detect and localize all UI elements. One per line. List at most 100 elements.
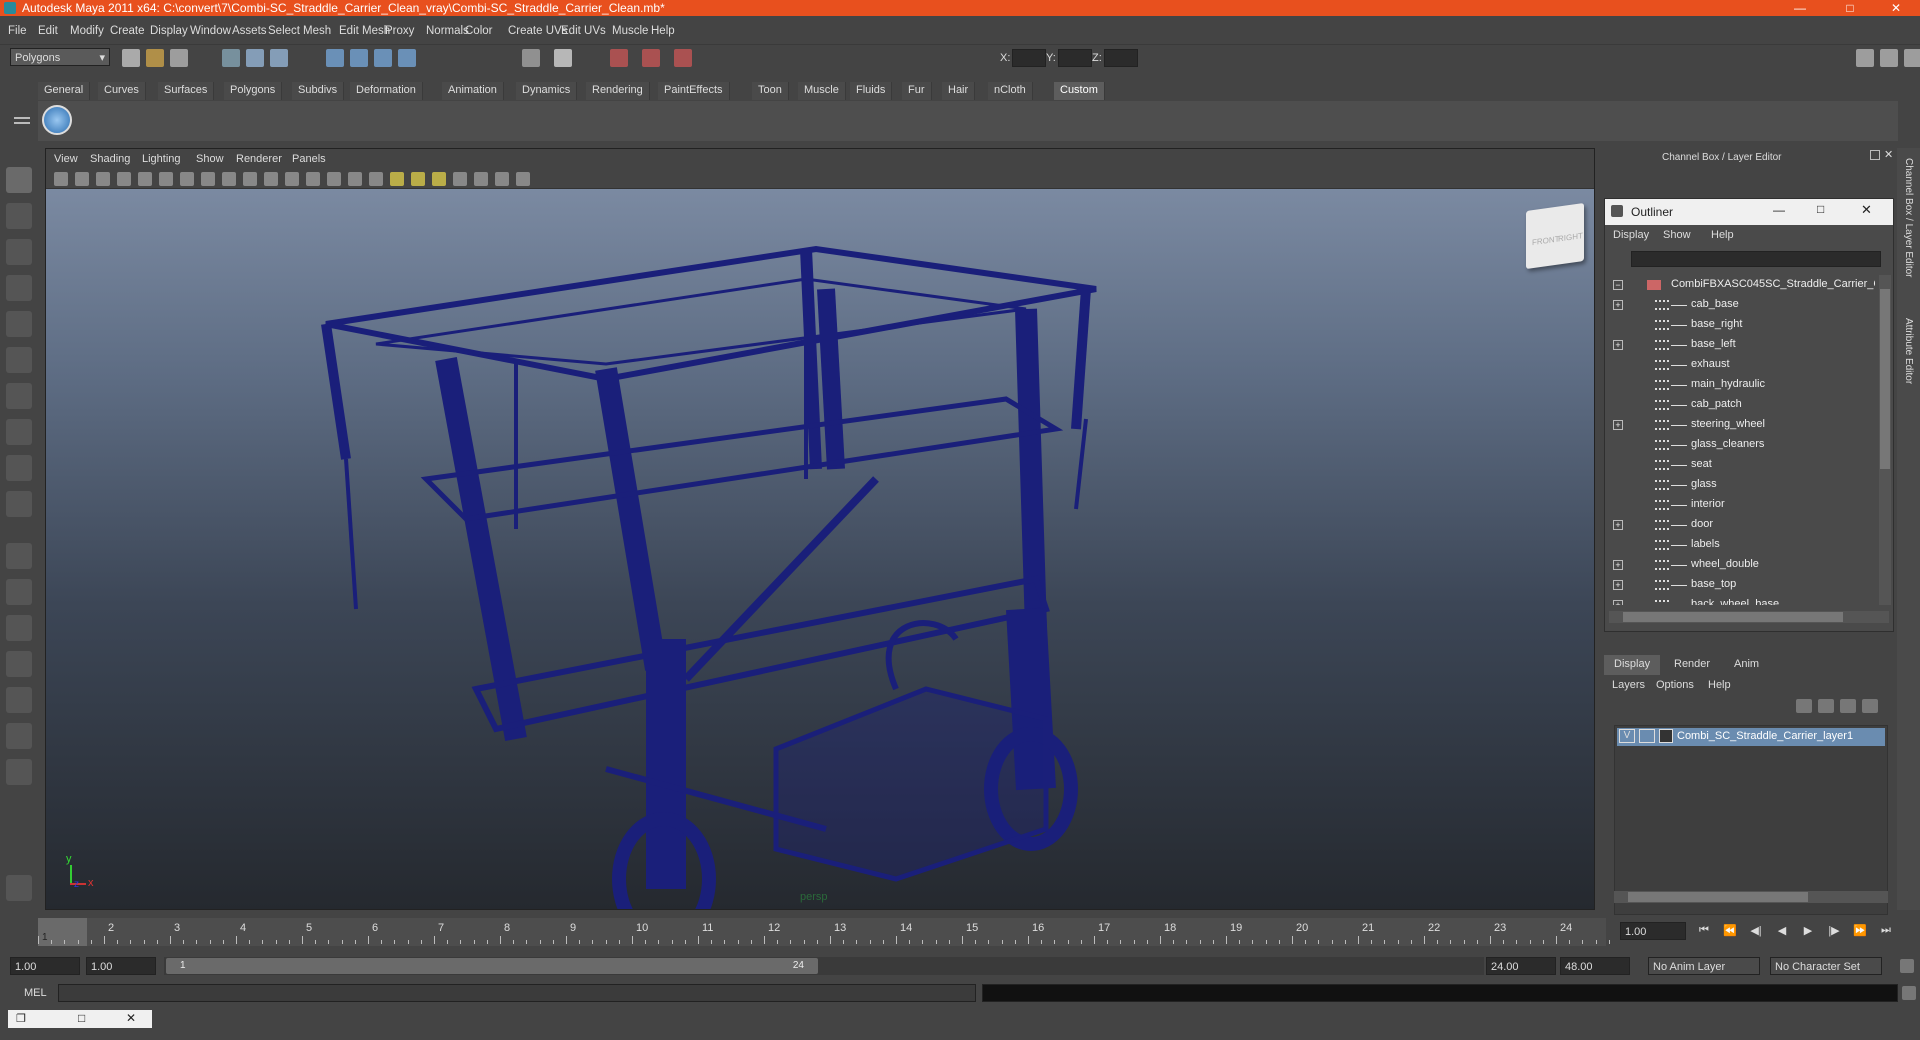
go-to-start-icon[interactable]: ⏮ xyxy=(1696,924,1712,938)
new-layer-icon[interactable] xyxy=(1796,699,1812,713)
side-tab-attribute-editor[interactable]: Attribute Editor xyxy=(1903,318,1914,384)
outliner-item[interactable]: exhaust xyxy=(1605,355,1875,375)
snap-curve-icon[interactable] xyxy=(350,49,368,67)
layer-row[interactable]: V Combi_SC_Straddle_Carrier_layer1 xyxy=(1617,728,1885,746)
shelf-tab-rendering[interactable]: Rendering xyxy=(586,82,650,100)
select-component-icon[interactable] xyxy=(270,49,288,67)
shelf-tab-fur[interactable]: Fur xyxy=(902,82,932,100)
make-live-icon[interactable] xyxy=(522,49,540,67)
shelf-tab-animation[interactable]: Animation xyxy=(442,82,504,100)
safe-action-icon[interactable] xyxy=(285,172,299,186)
bookmarks-icon[interactable] xyxy=(96,172,110,186)
outliner-item[interactable]: main_hydraulic xyxy=(1605,375,1875,395)
smooth-shade-icon[interactable] xyxy=(348,172,362,186)
coord-x-input[interactable] xyxy=(1012,49,1046,67)
time-slider[interactable]: 1 2 3 4 5 6 7 8 9 10 11 12 13 14 15 16 17 18 19 20 21 22 23 24 xyxy=(38,918,1618,946)
viewport-menu-view[interactable]: View xyxy=(54,153,78,165)
shelf-tab-surfaces[interactable]: Surfaces xyxy=(158,82,215,100)
play-backwards-icon[interactable]: ◀ xyxy=(1774,924,1790,938)
shadows-icon[interactable] xyxy=(432,172,446,186)
animation-preferences-icon[interactable] xyxy=(1900,959,1914,973)
expand-icon[interactable]: + xyxy=(1613,520,1623,530)
menu-edit[interactable]: Edit xyxy=(38,25,58,37)
tool-settings-toggle-icon[interactable] xyxy=(1904,49,1920,67)
menu-window[interactable]: Window xyxy=(190,25,231,37)
layer-visibility-toggle[interactable]: V xyxy=(1619,729,1635,743)
history-icon[interactable] xyxy=(554,49,572,67)
play-forwards-icon[interactable]: ▶ xyxy=(1800,924,1816,938)
outliner-menu-help[interactable]: Help xyxy=(1711,229,1734,241)
open-scene-icon[interactable] xyxy=(146,49,164,67)
outliner-item[interactable]: + back_wheel_base xyxy=(1605,595,1875,605)
xray-joints-icon[interactable] xyxy=(495,172,509,186)
channel-box-toggle-icon[interactable] xyxy=(1856,49,1874,67)
menu-edit-uvs[interactable]: Edit UVs xyxy=(561,25,606,37)
expand-icon[interactable]: + xyxy=(1613,300,1623,310)
range-slider-track[interactable]: 1 24 xyxy=(164,957,1484,975)
restore-icon[interactable]: ❐ xyxy=(16,1012,26,1025)
more-layouts-icon[interactable] xyxy=(6,759,32,785)
anim-layer-select[interactable]: No Anim Layer xyxy=(1648,957,1760,975)
menu-assets[interactable]: Assets xyxy=(232,25,267,37)
expand-icon[interactable]: + xyxy=(1613,580,1623,590)
step-back-key-icon[interactable]: ⏪ xyxy=(1722,924,1738,938)
outliner-item[interactable]: interior xyxy=(1605,495,1875,515)
shelf-tab-polygons[interactable]: Polygons xyxy=(224,82,283,100)
select-camera-icon[interactable] xyxy=(54,172,68,186)
outliner-maximize-button[interactable]: □ xyxy=(1817,202,1824,216)
save-scene-icon[interactable] xyxy=(170,49,188,67)
move-tool-icon[interactable] xyxy=(6,275,32,301)
safe-title-icon[interactable] xyxy=(306,172,320,186)
menu-select[interactable]: Select xyxy=(268,25,300,37)
select-object-icon[interactable] xyxy=(246,49,264,67)
hypershade-layout-icon[interactable] xyxy=(6,687,32,713)
step-forward-frame-icon[interactable]: |▶ xyxy=(1826,924,1842,938)
new-scene-icon[interactable] xyxy=(122,49,140,67)
float-panel-icon[interactable] xyxy=(1870,150,1880,160)
shelf-tab-toon[interactable]: Toon xyxy=(752,82,789,100)
shelf-tab-ncloth[interactable]: nCloth xyxy=(988,82,1033,100)
close-button[interactable]: ✕ xyxy=(1876,0,1916,16)
select-hierarchy-icon[interactable] xyxy=(222,49,240,67)
grease-pencil-icon[interactable] xyxy=(159,172,173,186)
collapse-icon[interactable]: − xyxy=(1613,280,1623,290)
last-tool-icon[interactable] xyxy=(6,491,32,517)
layer-tab-anim[interactable]: Anim xyxy=(1724,655,1769,675)
new-layer-selected-icon[interactable] xyxy=(1818,699,1834,713)
range-slider-bar[interactable]: 1 24 xyxy=(166,958,818,974)
outliner-item[interactable]: + base_left xyxy=(1605,335,1875,355)
lasso-tool-icon[interactable] xyxy=(6,203,32,229)
four-view-layout-icon[interactable] xyxy=(6,579,32,605)
menu-normals[interactable]: Normals xyxy=(426,25,469,37)
layer-tab-render[interactable]: Render xyxy=(1664,655,1720,675)
menu-edit-mesh[interactable]: Edit Mesh xyxy=(339,25,390,37)
animation-end-field[interactable]: 48.00 xyxy=(1560,957,1630,975)
layer-tab-display[interactable]: Display xyxy=(1604,655,1661,675)
outliner-item[interactable]: base_right xyxy=(1605,315,1875,335)
menu-create[interactable]: Create xyxy=(110,25,145,37)
close-panel-icon[interactable]: ✕ xyxy=(1884,148,1893,161)
shelf-tab-hair[interactable]: Hair xyxy=(942,82,976,100)
coord-y-input[interactable] xyxy=(1058,49,1092,67)
shelf-tab-curves[interactable]: Curves xyxy=(98,82,146,100)
shelf-tab-custom[interactable]: Custom xyxy=(1054,82,1105,100)
step-back-frame-icon[interactable]: ◀| xyxy=(1748,924,1764,938)
menu-display[interactable]: Display xyxy=(150,25,188,37)
expand-icon[interactable]: + xyxy=(1613,420,1623,430)
shelf-tab-dynamics[interactable]: Dynamics xyxy=(516,82,578,100)
textured-icon[interactable] xyxy=(390,172,404,186)
dope-sheet-layout-icon[interactable] xyxy=(6,723,32,749)
shelf-menu-icon[interactable] xyxy=(14,105,32,135)
layer-menu-layers[interactable]: Layers xyxy=(1612,679,1645,691)
outliner-close-button[interactable]: ✕ xyxy=(1861,202,1872,218)
layer-menu-help[interactable]: Help xyxy=(1708,679,1731,691)
outliner-vertical-scrollbar[interactable] xyxy=(1879,275,1891,605)
straddle-carrier-wireframe[interactable] xyxy=(46,189,1595,909)
outliner-menu-display[interactable]: Display xyxy=(1613,229,1649,241)
minimized-close-icon[interactable]: ✕ xyxy=(126,1011,136,1025)
outliner-item[interactable]: glass_cleaners xyxy=(1605,435,1875,455)
time-slider-track[interactable]: 1 2 3 4 5 6 7 8 9 10 11 12 13 14 15 16 17 18 19 20 21 22 23 24 xyxy=(38,918,1610,946)
viewport-menu-panels[interactable]: Panels xyxy=(292,153,326,165)
viewport-menu-renderer[interactable]: Renderer xyxy=(236,153,282,165)
layer-horizontal-scrollbar[interactable] xyxy=(1614,891,1888,903)
